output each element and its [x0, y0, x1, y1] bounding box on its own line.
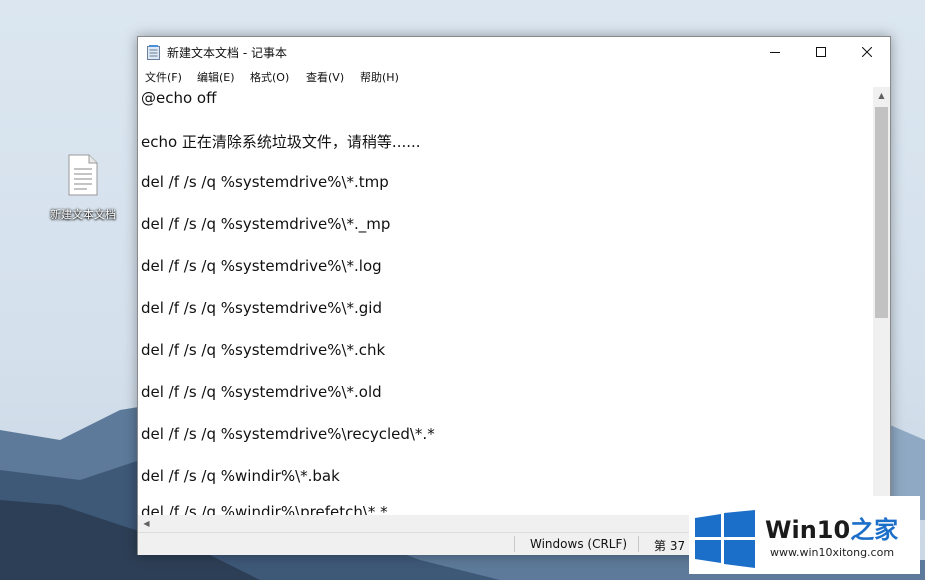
- watermark-brand-name: Win10: [765, 516, 851, 544]
- maximize-button[interactable]: [798, 37, 844, 67]
- text-line: del /f /s /q %systemdrive%\*._mp: [141, 215, 391, 233]
- status-cursor-position: 第 37: [654, 539, 686, 553]
- text-line: del /f /s /q %systemdrive%\*.chk: [141, 341, 386, 359]
- status-divider: [638, 536, 639, 552]
- menu-file[interactable]: 文件(F): [145, 69, 182, 85]
- scroll-thumb[interactable]: [875, 107, 888, 318]
- watermark-brand: Win10之家: [765, 510, 898, 545]
- menu-format[interactable]: 格式(O): [250, 69, 289, 85]
- menu-view[interactable]: 查看(V): [306, 69, 344, 85]
- menu-edit[interactable]: 编辑(E): [197, 69, 235, 85]
- text-line: @echo off: [141, 89, 217, 107]
- title-bar[interactable]: 新建文本文档 - 记事本: [138, 37, 890, 67]
- notepad-window: 新建文本文档 - 记事本 文件(F) 编辑(E) 格式(O) 查看(V) 帮助(…: [137, 36, 891, 555]
- notepad-icon: [147, 45, 160, 60]
- window-title: 新建文本文档 - 记事本: [167, 46, 287, 60]
- text-file-icon: [68, 154, 98, 196]
- minimize-button[interactable]: [752, 37, 798, 67]
- status-line-ending: Windows (CRLF): [530, 537, 628, 551]
- text-line: echo 正在清除系统垃圾文件，请稍等......: [141, 133, 421, 151]
- text-line: del /f /s /q %systemdrive%\*.gid: [141, 299, 382, 317]
- maximize-icon: [816, 47, 826, 57]
- text-line: del /f /s /q %windir%\prefetch\*.*: [141, 503, 388, 515]
- text-line: del /f /s /q %windir%\*.bak: [141, 467, 340, 485]
- menu-help[interactable]: 帮助(H): [360, 69, 399, 85]
- desktop-file-icon[interactable]: 新建文本文档: [40, 154, 126, 222]
- watermark-brand-suffix: 之家: [850, 516, 899, 544]
- text-line: del /f /s /q %systemdrive%\*.tmp: [141, 173, 389, 191]
- menu-bar: 文件(F) 编辑(E) 格式(O) 查看(V) 帮助(H): [138, 67, 890, 87]
- text-editor[interactable]: @echo off echo 正在清除系统垃圾文件，请稍等...... del …: [138, 87, 873, 515]
- text-line: del /f /s /q %systemdrive%\*.old: [141, 383, 382, 401]
- vertical-scrollbar[interactable]: ▲: [873, 87, 890, 515]
- scroll-up-arrow-icon[interactable]: ▲: [873, 87, 890, 104]
- text-line: del /f /s /q %systemdrive%\recycled\*.*: [141, 425, 435, 443]
- watermark-logo: Win10之家 www.win10xitong.com: [689, 496, 920, 574]
- text-line: del /f /s /q %systemdrive%\*.log: [141, 257, 382, 275]
- close-icon: [862, 47, 872, 57]
- scroll-left-arrow-icon[interactable]: ◀: [138, 515, 155, 532]
- watermark-url: www.win10xitong.com: [770, 546, 895, 559]
- windows-logo-icon: [695, 510, 755, 568]
- minimize-icon: [770, 52, 780, 53]
- status-divider: [514, 536, 515, 552]
- close-button[interactable]: [844, 37, 890, 67]
- desktop-file-label: 新建文本文档: [50, 208, 116, 221]
